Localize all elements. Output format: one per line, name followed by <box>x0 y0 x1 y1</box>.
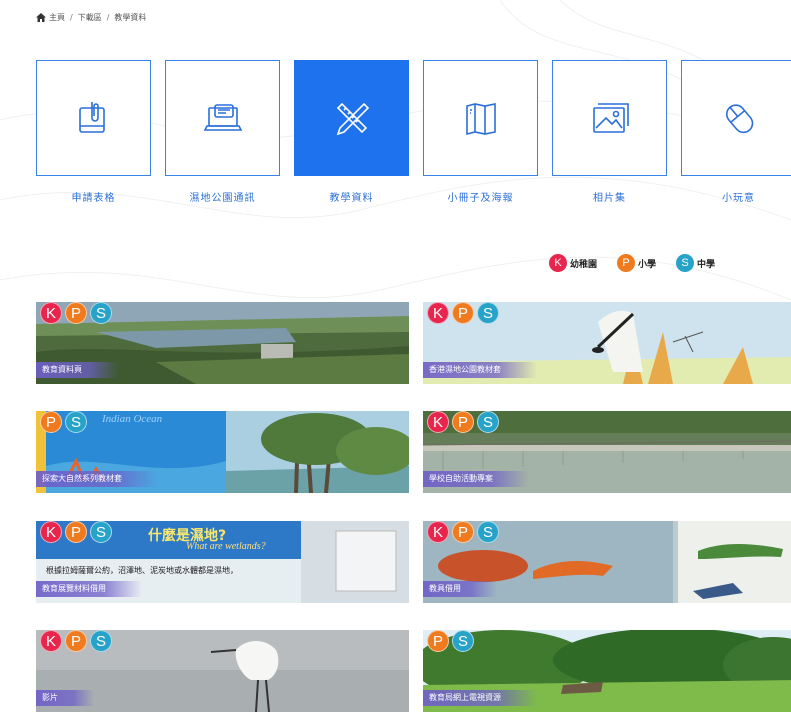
primary-badge: P <box>40 411 62 433</box>
level-badges: K P S <box>40 630 112 652</box>
category-tile[interactable] <box>681 60 791 176</box>
category-label: 相片集 <box>593 193 626 204</box>
category-teaching-materials[interactable]: 教學資料 <box>294 60 409 204</box>
material-card[interactable]: K P S 教具借用 <box>423 521 791 603</box>
secondary-badge: S <box>90 302 112 324</box>
category-tile[interactable] <box>423 60 538 176</box>
level-badges: K P S <box>427 302 499 324</box>
category-tile[interactable] <box>294 60 409 176</box>
primary-badge: P <box>65 630 87 652</box>
primary-badge: P <box>452 302 474 324</box>
secondary-badge: S <box>676 254 695 272</box>
material-card[interactable]: Indian Ocean P S 探索大自然系列教材套 <box>36 411 409 493</box>
category-newsletter[interactable]: 濕地公園通訊 <box>165 60 280 204</box>
kindergarten-badge: K <box>40 521 62 543</box>
category-tile[interactable] <box>36 60 151 176</box>
legend-primary: P 小學 <box>617 254 656 272</box>
card-overlay-subtitle: What are wetlands? <box>186 541 266 552</box>
card-caption: 教育局網上電視資源 <box>423 690 537 706</box>
home-icon[interactable] <box>36 13 46 22</box>
category-booklets-posters[interactable]: 小冊子及海報 <box>423 60 538 204</box>
level-legend: K 幼稚園 P 小學 S 中學 <box>549 254 715 272</box>
secondary-badge: S <box>477 411 499 433</box>
primary-badge: P <box>427 630 449 652</box>
map-icon <box>465 103 496 136</box>
secondary-badge: S <box>477 521 499 543</box>
laptop-chat-icon <box>203 104 242 131</box>
clipboard-icon <box>78 102 105 133</box>
kindergarten-badge: K <box>40 630 62 652</box>
primary-badge: P <box>452 411 474 433</box>
category-label: 濕地公園通訊 <box>189 193 256 204</box>
secondary-badge: S <box>452 630 474 652</box>
kindergarten-badge: K <box>427 411 449 433</box>
level-badges: K P S <box>427 411 499 433</box>
primary-badge: P <box>617 254 636 272</box>
level-badges: K P S <box>40 521 112 543</box>
card-caption: 教育展覽材料借用 <box>36 581 142 597</box>
category-application-forms[interactable]: 申請表格 <box>36 60 151 204</box>
material-card[interactable]: 什麼是濕地? What are wetlands? 根據拉姆薩爾公約，沼澤地、泥… <box>36 521 409 603</box>
secondary-badge: S <box>65 411 87 433</box>
primary-badge: P <box>452 521 474 543</box>
level-badges: K P S <box>40 302 112 324</box>
card-caption: 探索大自然系列教材套 <box>36 471 158 487</box>
level-badges: P S <box>427 630 474 652</box>
card-caption: 香港濕地公園教材套 <box>423 362 537 378</box>
category-label: 小冊子及海報 <box>447 193 514 204</box>
card-caption: 影片 <box>36 690 94 706</box>
secondary-badge: S <box>477 302 499 324</box>
level-badges: P S <box>40 411 87 433</box>
breadcrumb-home[interactable]: 主頁 <box>49 12 65 23</box>
kindergarten-badge: K <box>427 521 449 543</box>
breadcrumb-downloads[interactable]: 下載區 <box>78 12 102 23</box>
category-label: 小玩意 <box>722 193 755 204</box>
breadcrumb-separator: / <box>106 13 110 22</box>
card-caption: 教育資料頁 <box>36 362 118 378</box>
primary-badge: P <box>65 302 87 324</box>
kindergarten-badge: K <box>40 302 62 324</box>
secondary-badge: S <box>90 630 112 652</box>
material-card[interactable]: K P S 教育資料頁 <box>36 302 409 384</box>
level-badges: K P S <box>427 521 499 543</box>
category-tiles: 申請表格 濕地公園通訊 教學資料 小冊子及海報 相片集 小玩意 <box>36 60 791 204</box>
material-card[interactable]: K P S 香港濕地公園教材套 <box>423 302 791 384</box>
category-tile[interactable] <box>552 60 667 176</box>
material-card[interactable]: K P S 影片 <box>36 630 409 712</box>
legend-label: 幼稚園 <box>570 259 598 270</box>
card-caption: 學校自助活動專案 <box>423 471 529 487</box>
card-overlay-text: Indian Ocean <box>102 413 163 425</box>
photo-icon <box>592 103 629 133</box>
category-photo-gallery[interactable]: 相片集 <box>552 60 667 204</box>
kindergarten-badge: K <box>549 254 567 272</box>
category-tile[interactable] <box>165 60 280 176</box>
legend-label: 中學 <box>697 259 716 270</box>
category-label: 教學資料 <box>329 193 374 204</box>
legend-secondary: S 中學 <box>676 254 715 272</box>
kindergarten-badge: K <box>427 302 449 324</box>
breadcrumb: 主頁 / 下載區 / 教學資料 <box>36 12 146 23</box>
card-overlay-body: 根據拉姆薩爾公約，沼澤地、泥炭地或水體都是濕地， <box>46 566 238 575</box>
category-gadgets[interactable]: 小玩意 <box>681 60 791 204</box>
material-card[interactable]: K P S 學校自助活動專案 <box>423 411 791 493</box>
legend-label: 小學 <box>638 259 657 270</box>
material-card[interactable]: P S 教育局網上電視資源 <box>423 630 791 712</box>
ruler-pencil-icon <box>336 102 369 136</box>
breadcrumb-current: 教學資料 <box>114 13 147 22</box>
mouse-icon <box>725 104 753 134</box>
breadcrumb-separator: / <box>70 13 73 22</box>
legend-kindergarten: K 幼稚園 <box>549 254 597 272</box>
card-caption: 教具借用 <box>423 581 497 597</box>
secondary-badge: S <box>90 521 112 543</box>
primary-badge: P <box>65 521 87 543</box>
category-label: 申請表格 <box>71 193 116 204</box>
